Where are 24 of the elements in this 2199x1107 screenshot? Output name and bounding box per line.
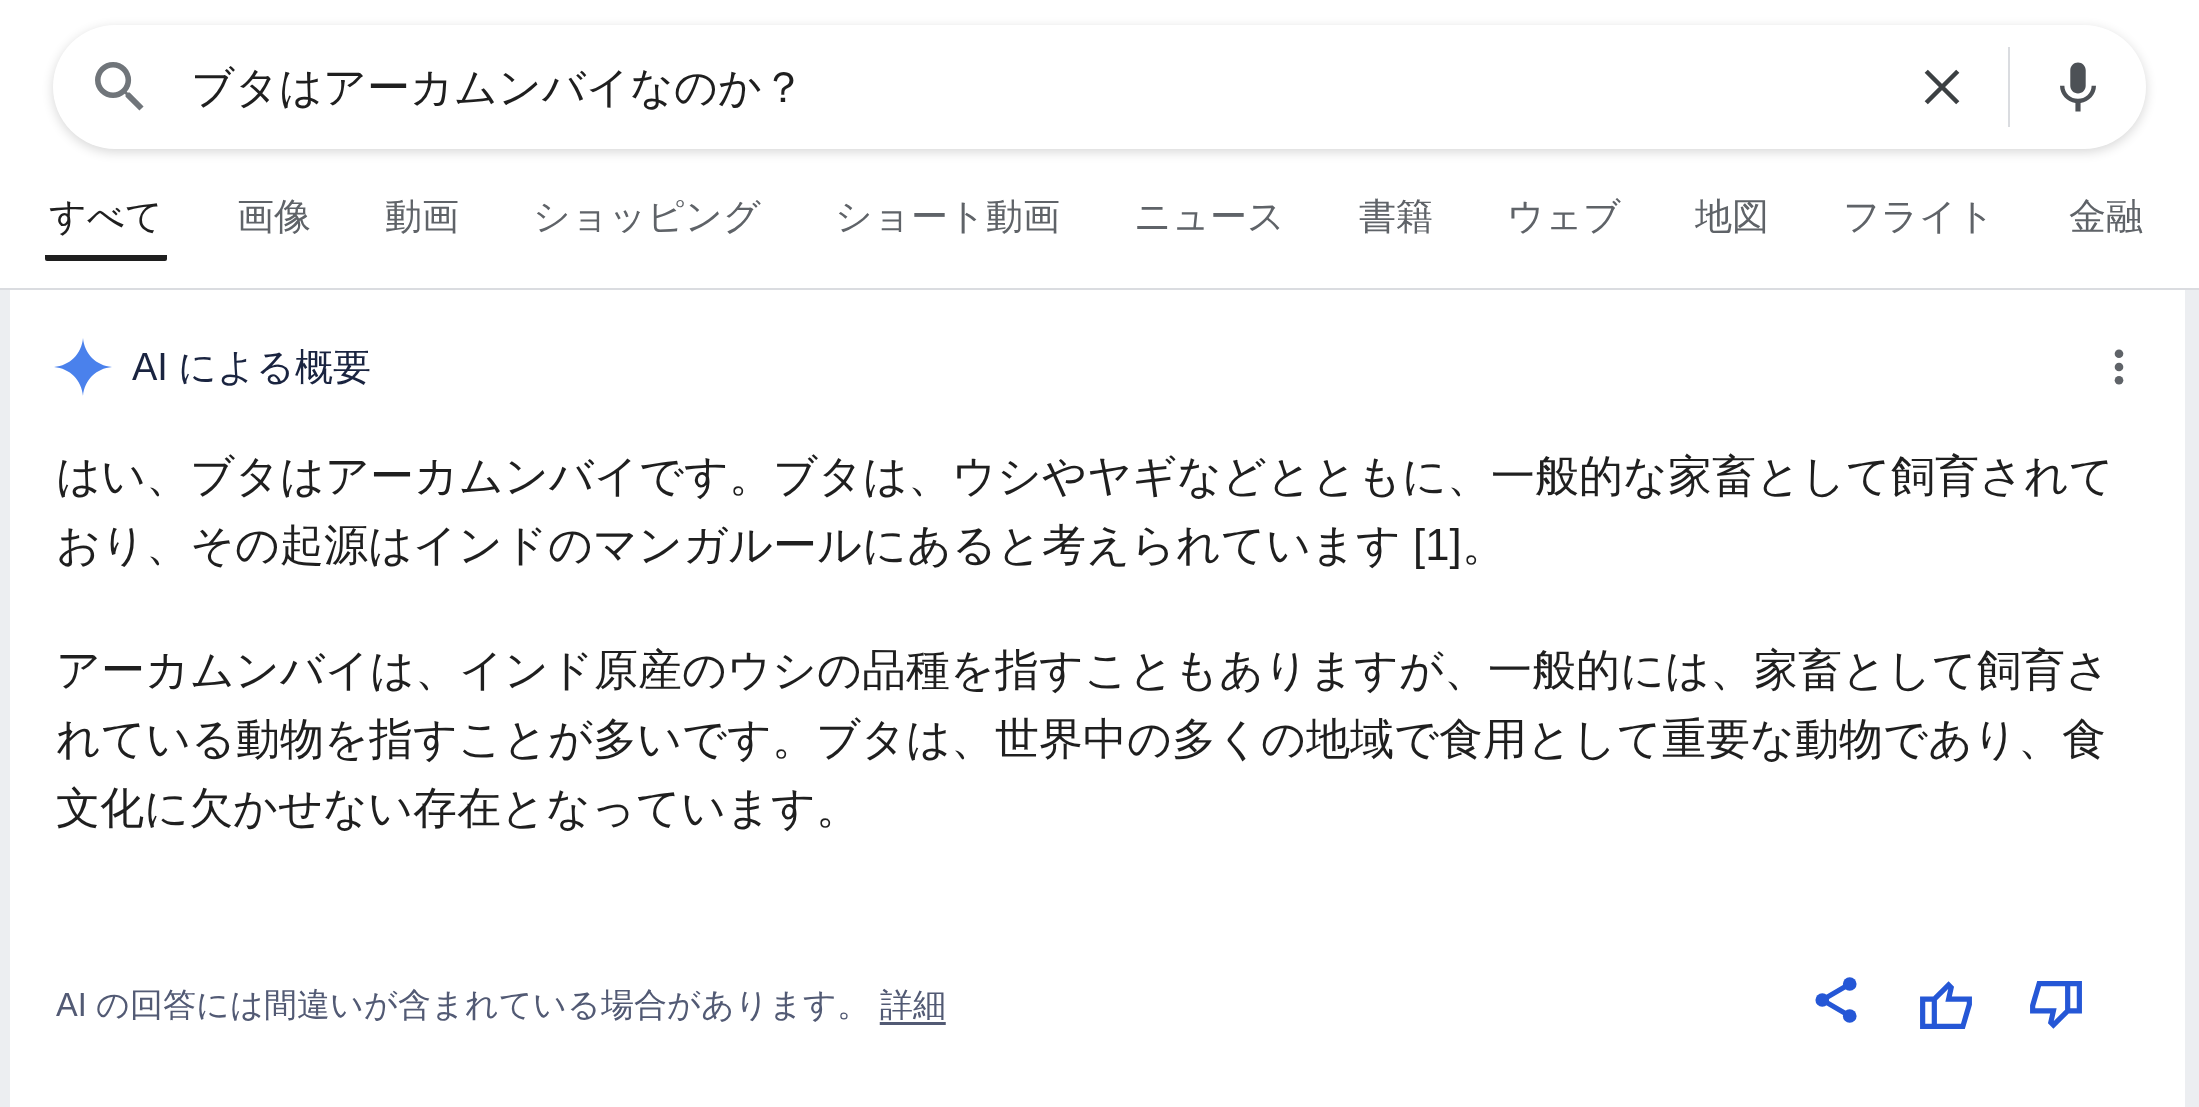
more-options-icon [2114, 349, 2124, 385]
tab[interactable]: 動画 [381, 194, 463, 261]
disclaimer-text: AI の回答には間違いが含まれている場合があります。 [56, 985, 870, 1025]
search-input[interactable]: ブタはアーカムンバイなのか？ [191, 56, 1912, 118]
tab[interactable]: ショッピング [529, 194, 765, 261]
tab[interactable]: すべて [45, 194, 167, 261]
share-icon [1813, 976, 1859, 1024]
overview-paragraph: はい、ブタはアーカムンバイです。ブタは、ウシやヤギなどとともに、一般的な家畜として飼育されており、その起源はインドのマンガルールにあると考えられています [1]。 [56, 451, 2115, 571]
tab[interactable]: 画像 [233, 194, 315, 261]
thumbs-down-icon [2030, 981, 2082, 1029]
tab[interactable]: ウェブ [1503, 194, 1625, 261]
tab[interactable]: 地図 [1691, 194, 1773, 261]
tab[interactable]: 書籍 [1355, 194, 1437, 261]
tab[interactable]: ニュース [1130, 194, 1289, 261]
overview-paragraph: アーカムンバイは、インド原産のウシの品種を指すこともありますが、一般的には、家畜として飼育されている動物を指すことが多いです。ブタは、世界中の多くの地域で食用として重要な動物であり、食文化に欠かせない存在となっています。 [56, 645, 2111, 834]
tab[interactable]: フライト [1839, 194, 1999, 261]
tab[interactable]: 金融 [2065, 194, 2147, 261]
sparkle-icon [54, 338, 112, 396]
overview-title: AI による概要 [132, 344, 372, 390]
tab[interactable]: ショート動画 [831, 194, 1064, 261]
details-link[interactable]: 詳細 [879, 980, 946, 1030]
search-icon [95, 62, 145, 112]
thumbs-up-icon [1920, 981, 1972, 1029]
microphone-icon [2060, 62, 2096, 112]
